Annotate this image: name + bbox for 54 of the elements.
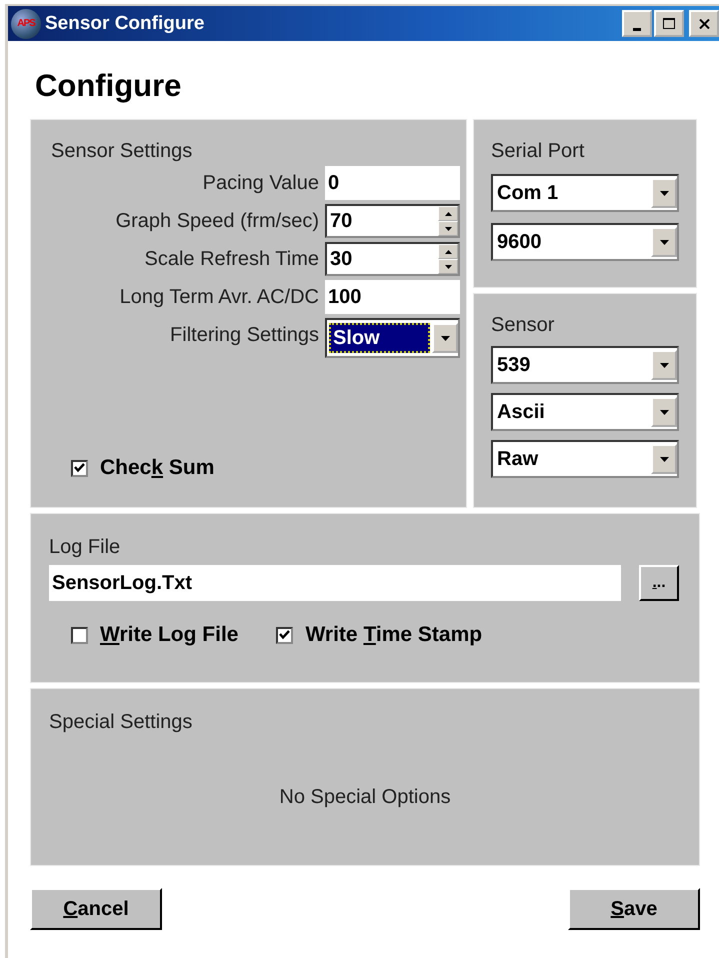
caret-icon	[660, 240, 668, 244]
checkbox-label: Check Sum	[100, 456, 214, 480]
dropdown[interactable]: 539	[491, 346, 679, 384]
maximize-button[interactable]	[654, 10, 684, 37]
dialog-heading: Configure	[34, 67, 182, 105]
dropdown-arrow-button[interactable]	[432, 323, 458, 353]
checkbox-label: Write Log File	[100, 623, 238, 647]
input-field[interactable]: 0	[325, 166, 460, 200]
checkbox[interactable]	[276, 626, 294, 644]
field-label: Long Term Avr. AC/DC	[118, 285, 319, 310]
field-label: Scale Refresh Time	[143, 247, 319, 272]
maximize-icon	[663, 18, 675, 29]
panel-title: Special Settings	[49, 711, 194, 734]
browse-button[interactable]: ...	[639, 565, 679, 601]
dropdown[interactable]: Com 1	[491, 174, 679, 212]
app-icon: APS	[11, 8, 41, 38]
field-label: Graph Speed (frm/sec)	[114, 209, 319, 234]
dropdown[interactable]: 9600	[491, 223, 679, 261]
input-field[interactable]: 100	[325, 280, 460, 314]
checkbox[interactable]	[71, 626, 88, 644]
dropdown-arrow-button[interactable]	[651, 227, 677, 257]
spin-field[interactable]: 30	[325, 242, 460, 276]
field-label: Filtering Settings	[169, 323, 319, 348]
caret-icon	[660, 190, 668, 196]
checkbox-label: Write Time Stamp	[305, 623, 482, 647]
input-field[interactable]: SensorLog.Txt	[49, 565, 621, 601]
panel-title: Serial Port	[491, 140, 586, 163]
caret-icon	[440, 336, 450, 340]
window-title: Sensor Configure	[45, 12, 206, 34]
dropdown-arrow-button[interactable]	[651, 350, 677, 380]
dropdown[interactable]: Ascii	[491, 393, 679, 431]
panel-title: Sensor	[491, 314, 556, 337]
spin-buttons-icon	[438, 206, 458, 236]
spin-field[interactable]: 70	[325, 204, 460, 238]
checkbox[interactable]	[71, 460, 88, 476]
dropdown[interactable]: Raw	[491, 440, 679, 478]
dialog-button[interactable]: Cancel	[30, 888, 162, 930]
message-text: No Special Options	[278, 786, 452, 809]
panel-title: Sensor Settings	[51, 140, 194, 163]
panel-title: Log File	[49, 536, 122, 559]
caret-icon	[660, 456, 668, 462]
dropdown-arrow-button[interactable]	[651, 444, 677, 474]
close-button[interactable]	[689, 10, 719, 37]
caret-icon	[660, 362, 668, 368]
minimize-icon	[633, 28, 641, 31]
dialog-button[interactable]: Save	[568, 888, 700, 930]
close-icon	[698, 18, 710, 28]
dropdown-arrow-button[interactable]	[651, 397, 677, 427]
spin-buttons-icon	[438, 244, 458, 274]
dropdown[interactable]: Slow	[325, 318, 460, 358]
caret-icon	[660, 410, 668, 414]
minimize-button[interactable]	[622, 10, 652, 37]
field-label: Pacing Value	[202, 171, 319, 196]
dropdown-arrow-button[interactable]	[651, 178, 677, 208]
